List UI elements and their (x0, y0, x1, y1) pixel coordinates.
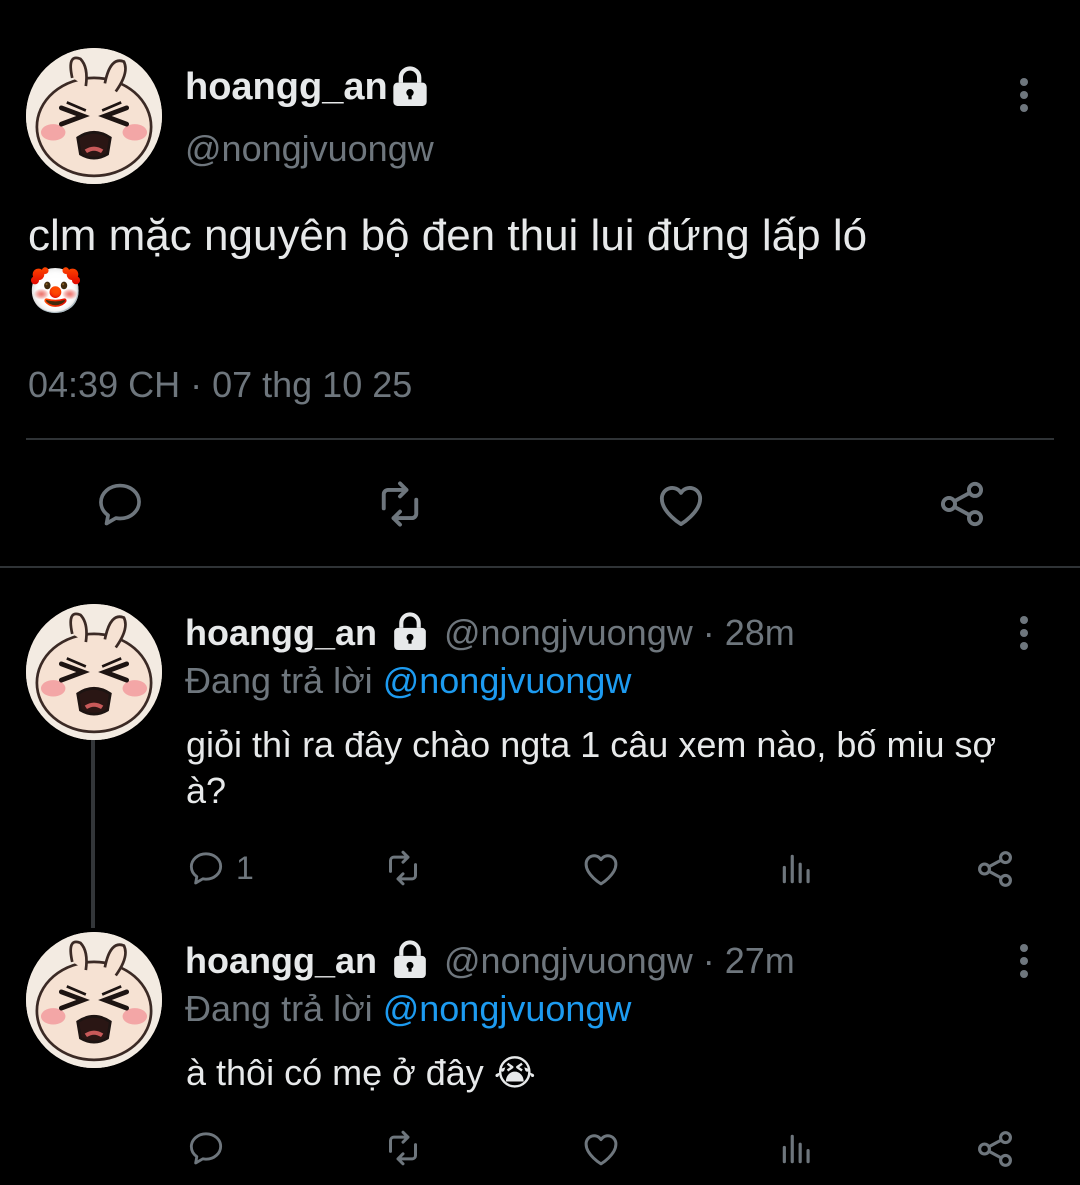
user-handle[interactable]: @nongjvuongw · 27m (444, 940, 795, 982)
retweet-icon[interactable] (380, 848, 426, 888)
avatar[interactable] (26, 932, 162, 1068)
lock-icon (390, 612, 430, 650)
tweet-text: clm mặc nguyên bộ đen thui lui đứng lấp … (28, 208, 1038, 320)
time-ago: · 28m (702, 612, 795, 653)
reply-count: 1 (236, 850, 254, 886)
replying-prefix: Đang trả lời (185, 660, 373, 701)
crying-emoji: 😭 (493, 1052, 536, 1093)
display-name[interactable]: hoangg_an (185, 612, 377, 654)
like-icon[interactable] (580, 848, 622, 890)
mention-link[interactable]: @nongjvuongw (383, 660, 632, 701)
display-name[interactable]: hoangg_an (185, 66, 388, 109)
replying-to: Đang trả lời @nongjvuongw (185, 988, 631, 1030)
lock-icon (390, 940, 430, 978)
reply-icon[interactable] (186, 1128, 226, 1168)
handle-text: @nongjvuongw (444, 612, 693, 653)
avatar-image (26, 48, 162, 184)
user-handle[interactable]: @nongjvuongw · 28m (444, 612, 795, 654)
like-icon[interactable] (654, 478, 708, 532)
more-options-icon[interactable] (1018, 616, 1030, 655)
reply-icon[interactable] (186, 848, 226, 888)
reply-text-body: à thôi có mẹ ở đây (186, 1052, 484, 1093)
reply-text: giỏi thì ra đây chào ngta 1 câu xem nào,… (186, 724, 997, 811)
avatar[interactable] (26, 48, 162, 184)
replying-to: Đang trả lời @nongjvuongw (185, 660, 631, 702)
views-icon[interactable] (778, 850, 816, 888)
section-divider (0, 566, 1080, 568)
avatar-image (26, 604, 162, 740)
views-icon[interactable] (778, 1130, 816, 1168)
avatar[interactable] (26, 604, 162, 740)
tweet-timestamp[interactable]: 04:39 CH · 07 thg 10 25 (28, 364, 412, 406)
reply-text: à thôi có mẹ ở đây 😭 (186, 1050, 1046, 1096)
avatar-image (26, 932, 162, 1068)
time-ago: · 27m (702, 940, 795, 981)
more-options-icon[interactable] (1018, 944, 1030, 983)
retweet-icon[interactable] (370, 478, 430, 530)
lock-icon (389, 66, 431, 106)
retweet-icon[interactable] (380, 1128, 426, 1168)
more-options-icon[interactable] (1018, 78, 1030, 117)
share-icon[interactable] (974, 848, 1016, 890)
mention-link[interactable]: @nongjvuongw (383, 988, 632, 1029)
share-icon[interactable] (936, 478, 988, 530)
share-icon[interactable] (974, 1128, 1016, 1170)
user-handle[interactable]: @nongjvuongw (185, 128, 434, 170)
reply-icon[interactable] (94, 478, 146, 530)
display-name[interactable]: hoangg_an (185, 940, 377, 982)
thread-line (91, 740, 95, 928)
clown-emoji: 🤡 (28, 267, 83, 316)
divider (26, 438, 1054, 440)
replying-prefix: Đang trả lời (185, 988, 373, 1029)
like-icon[interactable] (580, 1128, 622, 1170)
tweet-text-body: clm mặc nguyên bộ đen thui lui đứng lấp … (28, 211, 868, 260)
handle-text: @nongjvuongw (444, 940, 693, 981)
